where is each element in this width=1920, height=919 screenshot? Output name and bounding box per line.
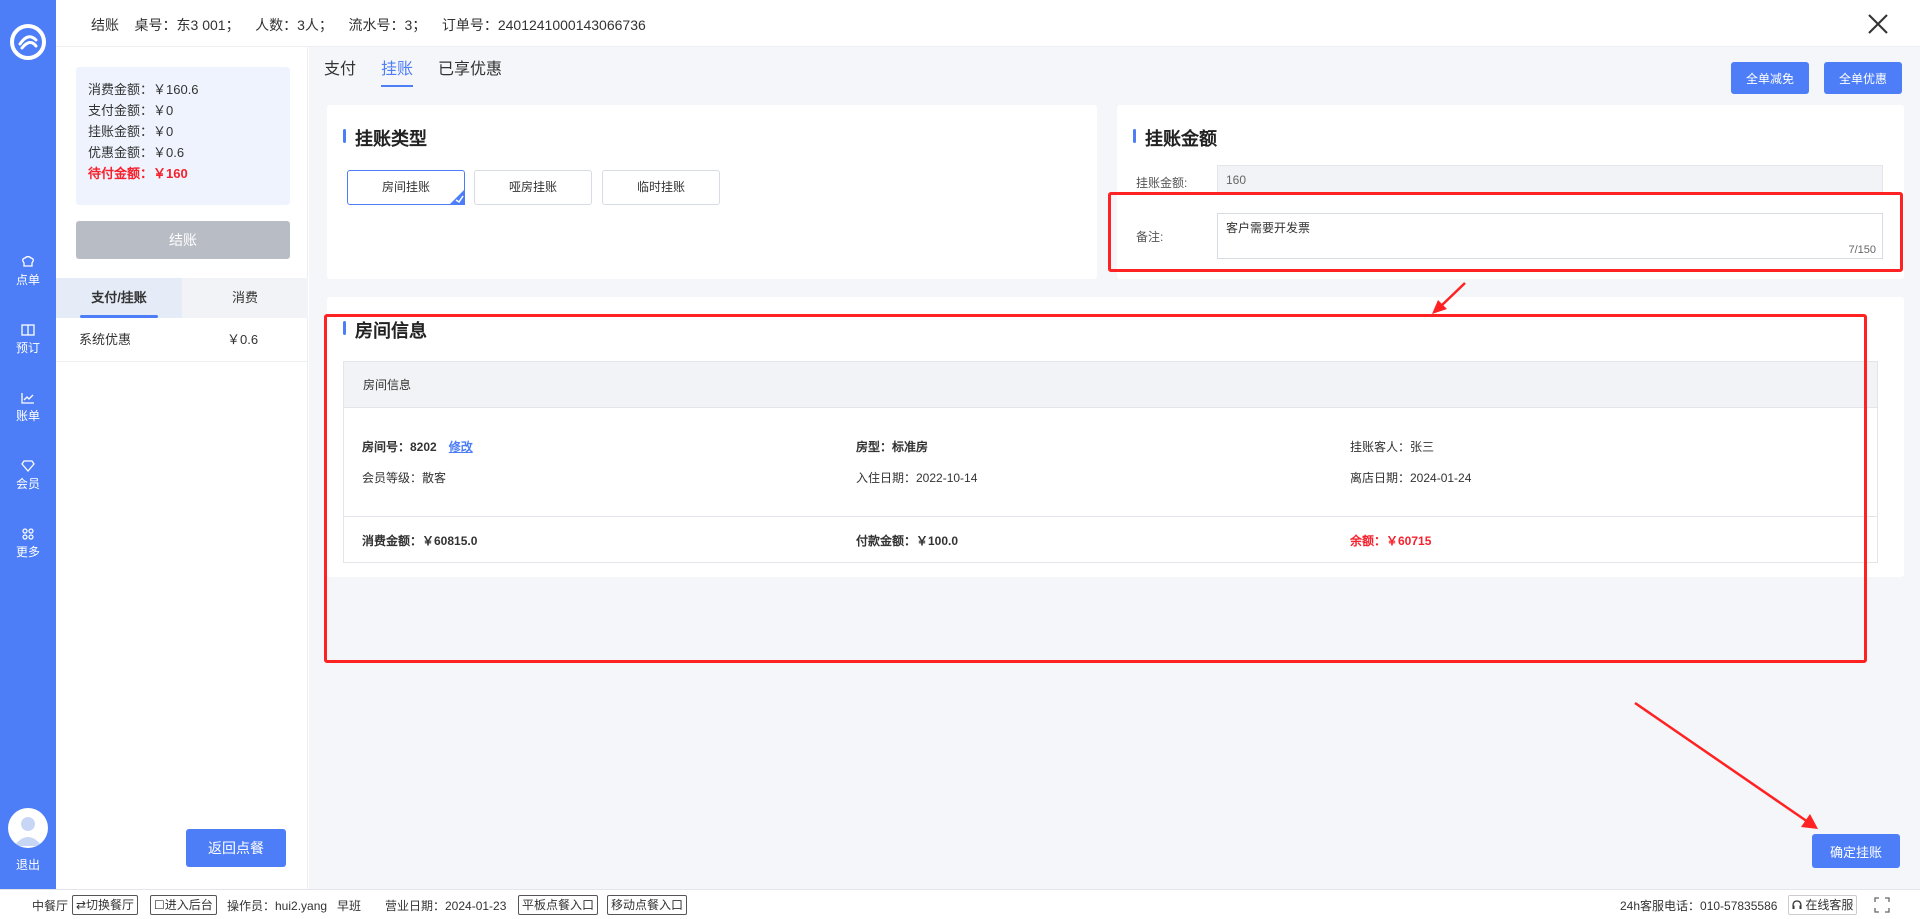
consume-amount: 消费金额：￥160.6 bbox=[88, 82, 199, 97]
room-balance: 余额：￥60715 bbox=[1350, 532, 1431, 549]
mobile-order-entry-button[interactable]: 移动点餐入口 bbox=[607, 895, 688, 915]
char-count: 7/150 bbox=[1848, 244, 1876, 256]
left-tabs: 支付/挂账 消费 bbox=[56, 278, 308, 318]
tab-onaccount[interactable]: 挂账 bbox=[381, 55, 414, 87]
status-bar: 中餐厅 ⇄切换餐厅 ☐进入后台 操作员：hui2.yang 早班 营业日期：20… bbox=[0, 889, 1920, 919]
promo-value: ￥0.6 bbox=[227, 332, 259, 347]
main-content: 支付 挂账 已享优惠 全单减免 全单优惠 挂账类型 房间挂账 哑房挂账 临时挂账… bbox=[309, 47, 1920, 889]
onaccount-amount: 挂账金额：￥0 bbox=[88, 124, 174, 139]
left-summary-panel: 消费金额：￥160.6 支付金额：￥0 挂账金额：￥0 优惠金额：￥0.6 待付… bbox=[56, 47, 308, 889]
room-paid: 付款金额：￥100.0 bbox=[856, 532, 958, 549]
room-consume-text: 消费金额：￥60815.0 bbox=[362, 534, 478, 548]
amount-summary: 消费金额：￥160.6 支付金额：￥0 挂账金额：￥0 优惠金额：￥0.6 待付… bbox=[76, 67, 290, 205]
user-avatar-icon bbox=[14, 817, 42, 846]
tab-payment-onaccount[interactable]: 支付/挂账 bbox=[56, 278, 182, 318]
option-label: 临时挂账 bbox=[636, 180, 685, 194]
order-info: 结账 桌号：东3 001； 人数：3人； 流水号：3； 订单号：24012410… bbox=[91, 17, 646, 33]
edit-room-link[interactable]: 修改 bbox=[449, 440, 473, 454]
diamond-icon bbox=[21, 460, 35, 472]
card-title: 挂账金额 bbox=[1133, 125, 1217, 151]
remark-textarea[interactable]: 客户需要开发票 7/150 bbox=[1217, 213, 1883, 259]
nav-item-members[interactable]: 会员 bbox=[0, 460, 56, 492]
promo-name: 系统优惠 bbox=[79, 332, 132, 347]
online-support-label: 在线客服 bbox=[1805, 898, 1854, 912]
amount-input[interactable]: 160 bbox=[1217, 165, 1883, 195]
check-corner-icon bbox=[449, 189, 465, 205]
option-label: 房间挂账 bbox=[381, 180, 430, 194]
checkin-date: 入住日期：2022-10-14 bbox=[856, 471, 978, 485]
business-date: 营业日期：2024-01-23 bbox=[385, 899, 507, 913]
payment-tabs: 支付 挂账 已享优惠 bbox=[324, 55, 502, 87]
discount-amount: 优惠金额：￥0.6 bbox=[88, 145, 185, 160]
nav-item-label: 会员 bbox=[15, 477, 40, 491]
tablet-order-entry-button[interactable]: 平板点餐入口 bbox=[518, 895, 599, 915]
tab-consumption[interactable]: 消费 bbox=[182, 278, 308, 318]
list-item: 系统优惠 ￥0.6 bbox=[56, 318, 308, 362]
member-level: 会员等级：散客 bbox=[362, 471, 447, 485]
paid-amount: 支付金额：￥0 bbox=[88, 103, 174, 118]
avatar[interactable] bbox=[8, 808, 48, 848]
room-number: 房间号：8202 修改 bbox=[362, 438, 473, 455]
nav-item-more[interactable]: 更多 bbox=[0, 528, 56, 560]
operator: 操作员：hui2.yang bbox=[227, 899, 328, 913]
room-table-header: 房间信息 bbox=[344, 362, 1877, 408]
room-balance-text: 余额：￥60715 bbox=[1350, 534, 1432, 548]
nav-item-label: 点单 bbox=[15, 273, 40, 287]
app-logo-icon bbox=[10, 24, 46, 60]
tab-pay[interactable]: 支付 bbox=[324, 55, 356, 87]
checkout-date: 离店日期：2024-01-24 bbox=[1350, 471, 1472, 485]
room-number-text: 房间号：8202 bbox=[362, 440, 437, 454]
confirm-onaccount-button[interactable]: 确定挂账 bbox=[1812, 834, 1900, 868]
room-info-table: 房间信息 房间号：8202 修改 房型：标准房 挂账客人：张三 会员等级：散客 入… bbox=[343, 361, 1878, 563]
checkout-button[interactable]: 结账 bbox=[76, 221, 290, 259]
card-title: 挂账类型 bbox=[343, 125, 427, 151]
enter-backend-button[interactable]: ☐进入后台 bbox=[150, 895, 217, 915]
card-title: 房间信息 bbox=[343, 317, 427, 343]
full-discount-button[interactable]: 全单优惠 bbox=[1824, 62, 1902, 94]
switch-restaurant-button[interactable]: ⇄切换餐厅 bbox=[72, 895, 139, 915]
hotline: 24h客服电话：010-57835586 bbox=[1620, 899, 1778, 913]
headset-icon bbox=[1792, 900, 1802, 909]
nav-item-label: 账单 bbox=[15, 409, 40, 423]
close-icon[interactable] bbox=[1866, 12, 1890, 36]
room-info-card: 房间信息 房间信息 房间号：8202 修改 房型：标准房 挂账客人：张三 会员等级… bbox=[327, 297, 1904, 577]
temp-onaccount-option[interactable]: 临时挂账 bbox=[602, 170, 720, 205]
nav-item-order[interactable]: 点单 bbox=[0, 256, 56, 288]
chef-hat-icon bbox=[22, 256, 34, 267]
due-amount: 待付金额：￥160 bbox=[88, 166, 188, 181]
fullscreen-icon[interactable] bbox=[1874, 897, 1890, 913]
back-to-order-button[interactable]: 返回点餐 bbox=[186, 829, 286, 867]
dummy-room-onaccount-option[interactable]: 哑房挂账 bbox=[474, 170, 592, 205]
guest-name: 挂账客人：张三 bbox=[1350, 440, 1435, 454]
chart-icon bbox=[21, 393, 34, 404]
room-paid-text: 付款金额：￥100.0 bbox=[856, 534, 959, 548]
grid-icon bbox=[22, 528, 34, 540]
top-header: 结账 桌号：东3 001； 人数：3人； 流水号：3； 订单号：24012410… bbox=[56, 0, 1920, 47]
room-consume: 消费金额：￥60815.0 bbox=[362, 532, 477, 549]
nav-item-label: 预订 bbox=[15, 341, 40, 355]
shift: 早班 bbox=[337, 899, 362, 913]
exit-button[interactable]: 退出 bbox=[0, 856, 56, 873]
side-nav: 点单 预订 账单 会员 更多 退出 bbox=[0, 0, 56, 889]
room-type: 房型：标准房 bbox=[856, 438, 928, 455]
amount-label: 挂账金额: bbox=[1136, 176, 1188, 190]
nav-item-label: 更多 bbox=[15, 545, 40, 559]
book-icon bbox=[21, 324, 35, 336]
remark-label: 备注: bbox=[1136, 230, 1164, 244]
remark-text: 客户需要开发票 bbox=[1226, 221, 1311, 235]
room-onaccount-option[interactable]: 房间挂账 bbox=[347, 170, 465, 205]
restaurant-name: 中餐厅 bbox=[32, 899, 69, 913]
online-support-button[interactable]: 在线客服 bbox=[1788, 895, 1858, 915]
room-type-text: 房型：标准房 bbox=[856, 440, 929, 454]
option-label: 哑房挂账 bbox=[508, 180, 557, 194]
full-reduce-button[interactable]: 全单减免 bbox=[1731, 62, 1809, 94]
nav-item-bills[interactable]: 账单 bbox=[0, 392, 56, 424]
nav-item-booking[interactable]: 预订 bbox=[0, 324, 56, 356]
tab-enjoyed-discounts[interactable]: 已享优惠 bbox=[438, 55, 502, 87]
divider bbox=[344, 516, 1877, 517]
